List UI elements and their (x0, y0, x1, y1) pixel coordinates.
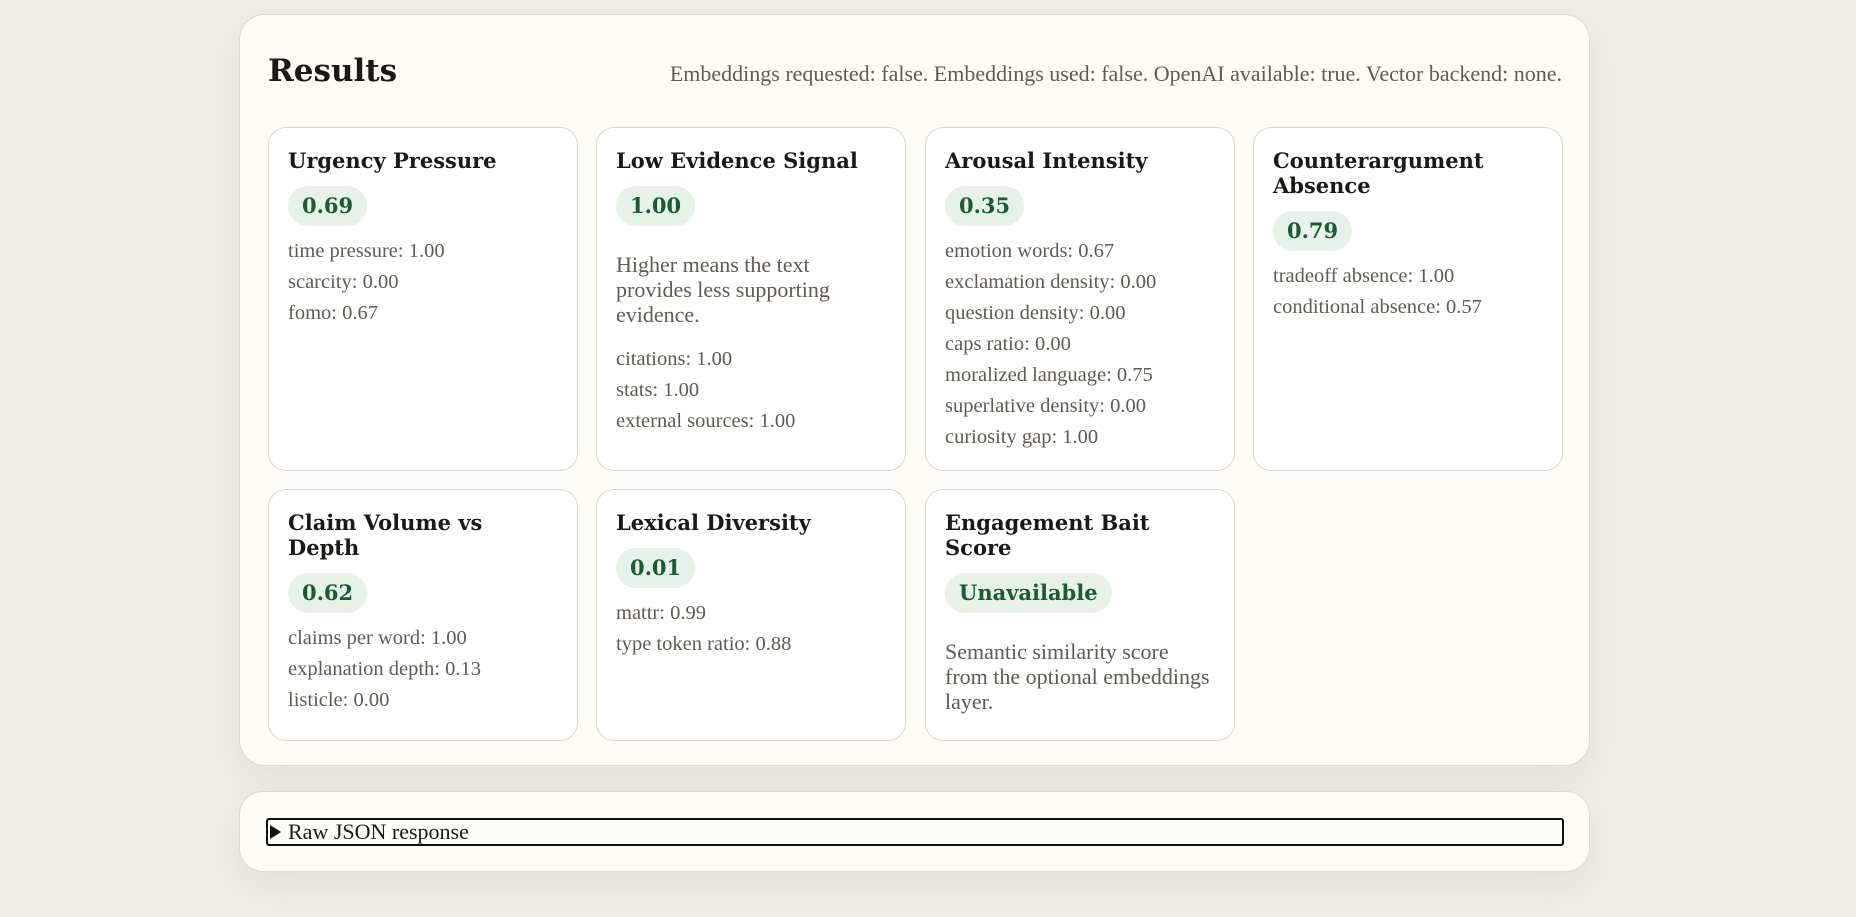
submetric-item: stats: 1.00 (616, 379, 700, 401)
score-badge: 0.69 (288, 186, 368, 226)
submetric-item: caps ratio: 0.00 (945, 333, 1071, 355)
submetric-list: claims per word: 1.00 explanation depth:… (288, 623, 558, 716)
submetric-item: time pressure: 1.00 (288, 240, 445, 262)
submetric-item: external sources: 1.00 (616, 410, 796, 432)
submetric-item: fomo: 0.67 (288, 302, 378, 324)
results-panel: Results Embeddings requested: false. Emb… (239, 14, 1590, 766)
submetric-list: mattr: 0.99 type token ratio: 0.88 (616, 598, 886, 660)
metric-card-low-evidence-signal: Low Evidence Signal 1.00 Higher means th… (596, 127, 906, 471)
submetric-item: mattr: 0.99 (616, 602, 706, 624)
submetric-item: listicle: 0.00 (288, 689, 390, 711)
submetric-list: citations: 1.00 stats: 1.00 external sou… (616, 344, 886, 437)
card-description: Semantic similarity score from the optio… (945, 639, 1210, 714)
score-badge: 0.35 (945, 186, 1025, 226)
submetric-list: tradeoff absence: 1.00 conditional absen… (1273, 261, 1543, 323)
submetric-item: emotion words: 0.67 (945, 240, 1115, 262)
submetric-item: exclamation density: 0.00 (945, 271, 1157, 293)
submetric-item: explanation depth: 0.13 (288, 658, 481, 680)
score-badge: Unavailable (945, 573, 1112, 613)
metric-card-engagement-bait-score: Engagement Bait Score Unavailable Semant… (925, 489, 1235, 741)
card-title: Low Evidence Signal (616, 148, 858, 173)
raw-json-panel: Raw JSON response (239, 791, 1590, 872)
disclosure-triangle-right-icon (270, 825, 281, 839)
card-description: Higher means the text provides less supp… (616, 252, 830, 327)
submetric-item: moralized language: 0.75 (945, 364, 1153, 386)
results-title: Results (268, 53, 398, 89)
raw-json-label: Raw JSON response (288, 819, 469, 844)
results-header: Results Embeddings requested: false. Emb… (268, 53, 1562, 89)
submetric-item: curiosity gap: 1.00 (945, 426, 1099, 448)
submetric-list: emotion words: 0.67 exclamation density:… (945, 236, 1215, 453)
score-badge: 1.00 (616, 186, 696, 226)
card-title: Lexical Diversity (616, 510, 811, 535)
metric-card-arousal-intensity: Arousal Intensity 0.35 emotion words: 0.… (925, 127, 1235, 471)
card-title: Claim Volume vs Depth (288, 510, 483, 560)
submetric-item: type token ratio: 0.88 (616, 633, 792, 655)
metric-card-urgency-pressure: Urgency Pressure 0.69 time pressure: 1.0… (268, 127, 578, 471)
submetric-item: claims per word: 1.00 (288, 627, 467, 649)
submetric-list: time pressure: 1.00 scarcity: 0.00 fomo:… (288, 236, 558, 329)
submetric-item: tradeoff absence: 1.00 (1273, 265, 1455, 287)
score-badge: 0.01 (616, 548, 696, 588)
metric-card-claim-volume-vs-depth: Claim Volume vs Depth 0.62 claims per wo… (268, 489, 578, 741)
results-meta-status: Embeddings requested: false. Embeddings … (669, 61, 1562, 86)
card-title: Arousal Intensity (945, 148, 1148, 173)
card-title: Urgency Pressure (288, 148, 497, 173)
submetric-item: question density: 0.00 (945, 302, 1126, 324)
score-badge: 0.79 (1273, 211, 1353, 251)
submetric-item: scarcity: 0.00 (288, 271, 399, 293)
raw-json-toggle[interactable]: Raw JSON response (266, 818, 1564, 846)
submetric-item: conditional absence: 0.57 (1273, 296, 1482, 318)
card-title: Counterargument Absence (1273, 148, 1484, 198)
submetric-item: superlative density: 0.00 (945, 395, 1146, 417)
submetric-item: citations: 1.00 (616, 348, 733, 370)
card-title: Engagement Bait Score (945, 510, 1150, 560)
score-badge: 0.62 (288, 573, 368, 613)
metric-card-counterargument-absence: Counterargument Absence 0.79 tradeoff ab… (1253, 127, 1563, 471)
metric-card-lexical-diversity: Lexical Diversity 0.01 mattr: 0.99 type … (596, 489, 906, 741)
